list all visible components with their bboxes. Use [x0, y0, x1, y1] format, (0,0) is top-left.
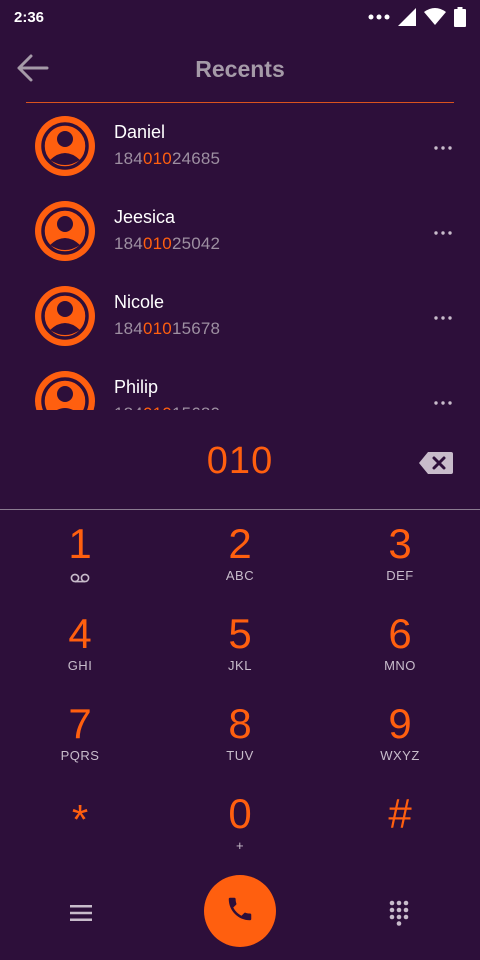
- key-0[interactable]: 0 +: [160, 782, 320, 872]
- key-digit: 5: [228, 610, 252, 657]
- contact-number: 18401025042: [114, 234, 221, 253]
- person-icon: [35, 371, 95, 410]
- contact-name: Nicole: [114, 292, 165, 312]
- contact-item[interactable]: Nicole 18401015678: [0, 274, 480, 359]
- key-letters: JKL: [228, 658, 252, 673]
- status-icons: [368, 7, 466, 27]
- dialpad-toggle-button[interactable]: [382, 898, 416, 932]
- dialpad-icon: [388, 900, 410, 931]
- person-icon: [35, 286, 95, 346]
- more-dots-icon: [368, 13, 390, 21]
- key-letters: GHI: [67, 658, 93, 673]
- key-1[interactable]: 1: [0, 512, 160, 602]
- contact-number: 18401015680: [114, 404, 220, 410]
- wifi-icon: [424, 8, 446, 26]
- contact-name: Jeesica: [114, 207, 176, 227]
- key-letters: TUV: [226, 748, 254, 763]
- key-digit: 6: [388, 610, 412, 657]
- person-icon: [35, 116, 95, 176]
- key-letters: WXYZ: [380, 748, 420, 763]
- contact-item[interactable]: Philip 18401015680: [0, 359, 480, 410]
- more-options-button[interactable]: [428, 136, 458, 156]
- call-button[interactable]: [204, 875, 276, 947]
- key-digit: 0: [228, 790, 252, 837]
- key-4[interactable]: 4 GHI: [0, 602, 160, 692]
- bottom-bar: [0, 872, 480, 960]
- display-divider: [0, 509, 480, 510]
- key-digit: 8: [228, 700, 252, 747]
- more-dots-icon: [434, 392, 452, 410]
- key-8[interactable]: 8 TUV: [160, 692, 320, 782]
- avatar: [35, 116, 95, 176]
- more-dots-icon: [434, 307, 452, 325]
- contact-number: 18401015678: [114, 319, 221, 338]
- key-5[interactable]: 5 JKL: [160, 602, 320, 692]
- key-digit: 1: [68, 520, 92, 567]
- key-digit: 9: [388, 700, 412, 747]
- key-letters: ABC: [225, 568, 255, 583]
- more-dots-icon: [434, 222, 452, 240]
- dial-input[interactable]: 010: [0, 440, 480, 483]
- key-2[interactable]: 2 ABC: [160, 512, 320, 602]
- header-divider: [26, 102, 454, 103]
- menu-button[interactable]: [64, 898, 98, 932]
- avatar: [35, 286, 95, 346]
- status-time: 2:36: [14, 8, 45, 26]
- contact-name: Daniel: [114, 122, 166, 142]
- key-hash[interactable]: #: [320, 782, 480, 872]
- more-options-button[interactable]: [428, 221, 458, 241]
- contact-number: 18401024685: [114, 149, 221, 168]
- status-bar: 2:36: [0, 0, 480, 34]
- person-icon: [35, 201, 95, 261]
- more-dots-icon: [434, 137, 452, 155]
- avatar: [35, 201, 95, 261]
- key-3[interactable]: 3 DEF: [320, 512, 480, 602]
- keypad: 1 2 ABC 3 DEF 4 GHI 5 JKL 6 MNO 7 PQRS 8…: [0, 512, 480, 872]
- more-options-button[interactable]: [428, 306, 458, 326]
- arrow-left-icon: [15, 53, 49, 88]
- key-digit: *: [71, 796, 89, 843]
- key-letters: PQRS: [60, 748, 100, 763]
- key-letters: DEF: [386, 568, 414, 583]
- key-digit: 3: [388, 520, 412, 567]
- contact-item[interactable]: Daniel 18401024685: [0, 104, 480, 189]
- phone-icon: [225, 894, 255, 929]
- key-star[interactable]: *: [0, 782, 160, 872]
- recents-list[interactable]: Daniel 18401024685 Jeesica 18401025042 N…: [0, 104, 480, 410]
- dial-display: 010: [0, 430, 480, 500]
- backspace-icon: [418, 452, 454, 480]
- key-digit: #: [388, 790, 412, 837]
- backspace-button[interactable]: [418, 450, 454, 476]
- key-7[interactable]: 7 PQRS: [0, 692, 160, 782]
- signal-icon: [398, 8, 416, 26]
- voicemail-icon: [70, 570, 90, 583]
- contact-item[interactable]: Jeesica 18401025042: [0, 189, 480, 274]
- page-title: Recents: [195, 55, 285, 82]
- key-digit: 7: [68, 700, 92, 747]
- key-letters: +: [235, 838, 245, 853]
- contact-name: Philip: [114, 377, 159, 397]
- battery-icon: [454, 7, 466, 27]
- header: Recents: [0, 40, 480, 98]
- key-6[interactable]: 6 MNO: [320, 602, 480, 692]
- more-options-button[interactable]: [428, 391, 458, 410]
- key-digit: 2: [228, 520, 252, 567]
- back-button[interactable]: [12, 50, 52, 90]
- key-9[interactable]: 9 WXYZ: [320, 692, 480, 782]
- key-letters: MNO: [384, 658, 416, 673]
- menu-icon: [70, 904, 92, 927]
- key-digit: 4: [68, 610, 92, 657]
- avatar: [35, 371, 95, 410]
